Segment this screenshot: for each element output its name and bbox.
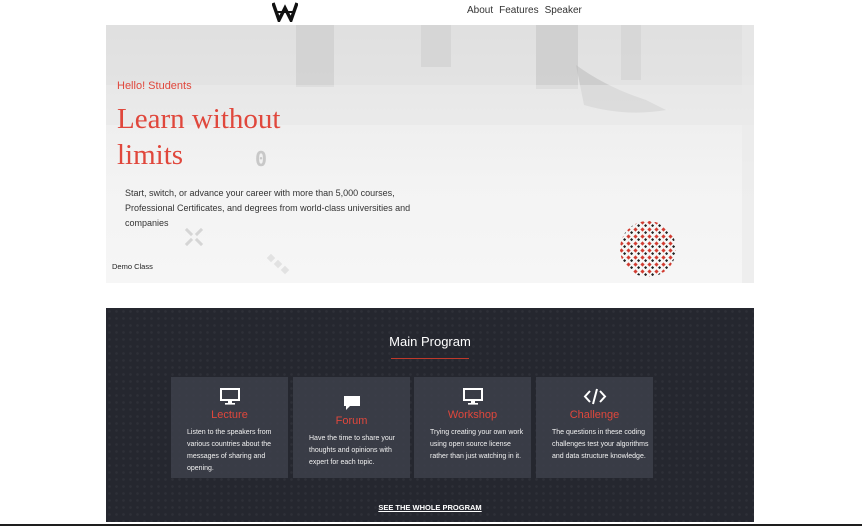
card-title: Forum [335, 415, 368, 427]
card-description: Listen to the speakers from various coun… [187, 429, 272, 472]
hero-title-line-2: limits [117, 139, 184, 171]
hero-eyebrow: Hello! Students [117, 80, 192, 92]
program-card-challenge[interactable]: Challenge The questions in these coding … [536, 377, 653, 478]
program-title: Main Program [389, 334, 471, 349]
program-card-lecture[interactable]: Lecture Listen to the speakers from vari… [171, 377, 288, 478]
code-icon [536, 387, 653, 405]
decorative-dotted-circle-icon [620, 221, 676, 277]
nav-link-about[interactable]: About [467, 5, 493, 16]
card-description: Have the time to share your thoughts and… [309, 435, 395, 466]
program-title-underline [391, 358, 469, 359]
nav-links: About Features Speaker [467, 5, 582, 16]
card-description: The questions in these coding challenges… [552, 429, 649, 460]
card-title: Workshop [447, 409, 498, 421]
card-title: Lecture [211, 409, 248, 421]
monitor-icon [171, 387, 288, 405]
hero-section: Hello! Students Learn without limits 0 S… [106, 25, 754, 283]
demo-class-link[interactable]: Demo Class [112, 262, 153, 271]
monitor-icon [414, 387, 531, 405]
nav-link-features[interactable]: Features [499, 5, 538, 16]
nav-link-speaker[interactable]: Speaker [545, 5, 582, 16]
page-bottom-rule [0, 524, 862, 526]
card-title: Challenge [569, 409, 620, 421]
program-card-workshop[interactable]: Workshop Trying creating your own work u… [414, 377, 531, 478]
decorative-squares-icon [267, 254, 290, 275]
card-description: Trying creating your own work using open… [430, 429, 524, 460]
main-program-section: Main Program Lecture Listen to the speak… [106, 308, 754, 522]
chat-bubble-icon [293, 394, 410, 412]
see-whole-program-link[interactable]: SEE THE WHOLE PROGRAM [106, 503, 754, 512]
hero-title: Learn without limits [117, 101, 357, 173]
w-logo-icon[interactable] [272, 2, 298, 22]
program-card-forum[interactable]: Forum Have the time to share your though… [293, 377, 410, 478]
hero-description: Start, switch, or advance your career wi… [125, 188, 411, 228]
hero-title-line-1: Learn without [117, 103, 281, 135]
decorative-zero-glyph: 0 [255, 147, 268, 171]
decorative-cross-icon [184, 227, 204, 247]
top-nav: About Features Speaker [0, 0, 862, 24]
